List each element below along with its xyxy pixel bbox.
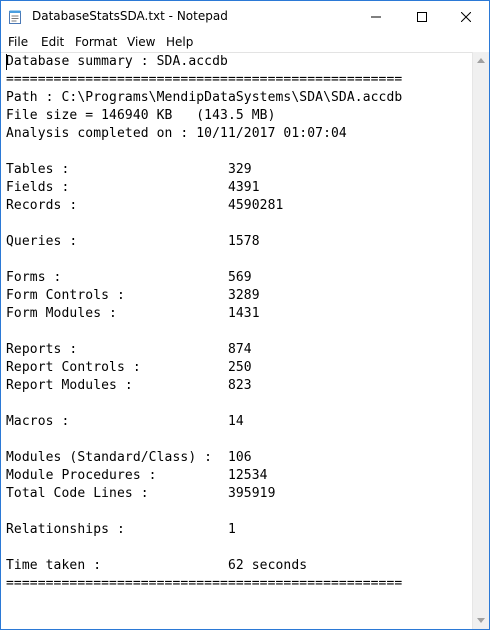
text-line: Relationships : 1 bbox=[6, 522, 236, 537]
menu-help[interactable]: Help bbox=[166, 35, 193, 49]
text-line: Form Modules : 1431 bbox=[6, 306, 260, 321]
scroll-down-icon[interactable] bbox=[477, 618, 485, 623]
close-icon bbox=[461, 11, 471, 22]
text-line: Form Controls : 3289 bbox=[6, 288, 260, 303]
text-line: ========================================… bbox=[6, 576, 403, 591]
minimize-button[interactable] bbox=[353, 1, 399, 32]
text-line: Forms : 569 bbox=[6, 270, 252, 285]
maximize-icon bbox=[417, 11, 427, 22]
title-bar[interactable]: DatabaseStatsSDA.txt - Notepad bbox=[1, 1, 489, 32]
text-line: Total Code Lines : 395919 bbox=[6, 486, 276, 501]
text-line: Modules (Standard/Class) : 106 bbox=[6, 450, 252, 465]
window-title: DatabaseStatsSDA.txt - Notepad bbox=[32, 9, 228, 23]
menu-view[interactable]: View bbox=[127, 35, 155, 49]
menu-file[interactable]: File bbox=[8, 35, 28, 49]
close-button[interactable] bbox=[443, 1, 489, 32]
menu-format[interactable]: Format bbox=[75, 35, 117, 49]
text-editor[interactable]: Database summary : SDA.accdb ===========… bbox=[1, 52, 472, 629]
text-line: Database summary : SDA.accdb bbox=[6, 54, 228, 69]
maximize-button[interactable] bbox=[399, 1, 445, 32]
text-line: Report Controls : 250 bbox=[6, 360, 252, 375]
text-caret bbox=[6, 54, 7, 70]
notepad-window: DatabaseStatsSDA.txt - Notepad File Edit… bbox=[0, 0, 490, 630]
text-line: Records : 4590281 bbox=[6, 198, 284, 213]
notepad-icon bbox=[9, 10, 21, 24]
text-line: Module Procedures : 12534 bbox=[6, 468, 268, 483]
text-line: Macros : 14 bbox=[6, 414, 244, 429]
text-line: Path : C:\Programs\MendipDataSystems\SDA… bbox=[6, 90, 403, 105]
text-line: Time taken : 62 seconds bbox=[6, 558, 308, 573]
text-line: File size = 146940 KB (143.5 MB) bbox=[6, 108, 276, 123]
menu-bar: File Edit Format View Help bbox=[1, 32, 489, 52]
text-line: Queries : 1578 bbox=[6, 234, 260, 249]
text-line: Fields : 4391 bbox=[6, 180, 260, 195]
minimize-icon bbox=[371, 16, 381, 17]
menu-edit[interactable]: Edit bbox=[41, 35, 64, 49]
text-line: ========================================… bbox=[6, 72, 403, 87]
vertical-scrollbar[interactable] bbox=[472, 52, 489, 629]
text-line: Analysis completed on : 10/11/2017 01:07… bbox=[6, 126, 347, 141]
text-line: Tables : 329 bbox=[6, 162, 252, 177]
text-line: Reports : 874 bbox=[6, 342, 252, 357]
text-line: Report Modules : 823 bbox=[6, 378, 252, 393]
scroll-up-icon[interactable] bbox=[477, 58, 485, 63]
